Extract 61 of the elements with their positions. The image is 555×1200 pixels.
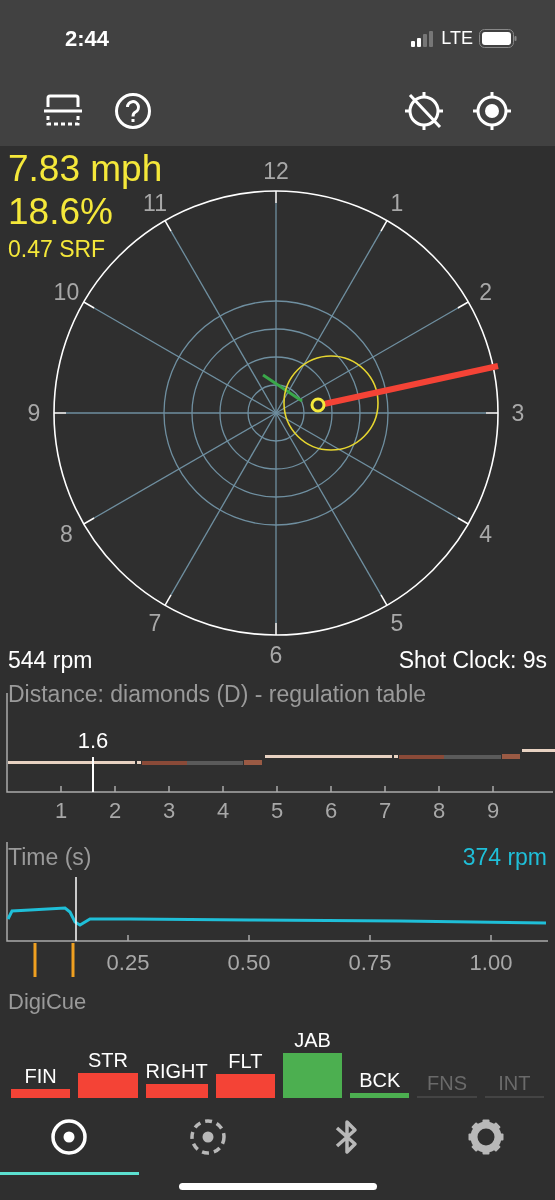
percent-reading: 18.6% [8, 193, 113, 230]
clock-label: 3 [511, 400, 525, 426]
contact-marker-icon [310, 397, 326, 413]
metric-label: FNS [427, 1073, 468, 1093]
speed-reading: 7.83 mph [8, 150, 163, 187]
spin-rate-reading: 374 rpm [462, 843, 547, 872]
clock-label: 2 [479, 279, 492, 305]
metric-label: BCK [359, 1070, 401, 1090]
clock-label: 5 [390, 609, 404, 636]
network-label: LTE [441, 27, 473, 50]
clock-label: 10 [53, 279, 80, 305]
battery-icon [479, 29, 517, 48]
axis-tick-label: 9 [486, 798, 500, 823]
crosshair-off-icon [404, 90, 444, 131]
event-tick [71, 943, 75, 977]
clock-label: 12 [263, 158, 289, 184]
time-marker-line [75, 876, 77, 942]
bluetooth-icon [334, 1118, 359, 1156]
srf-reading: 0.47 SRF [8, 238, 106, 261]
distance-marker-label: 1.6 [77, 728, 109, 753]
clock-label: 11 [143, 190, 167, 217]
distance-marker-line [92, 757, 94, 792]
digicue-title: DigiCue [8, 988, 87, 1016]
axis-tick-label: 0.75 [348, 950, 392, 975]
tip-offset-line [262, 373, 303, 403]
clock-label: 9 [27, 400, 41, 426]
event-tick [33, 943, 37, 977]
clock-label: 4 [479, 521, 492, 547]
axis-tick-label: 3 [162, 798, 176, 823]
axis-tick-label: 4 [216, 798, 230, 823]
metric-label: INT [498, 1073, 531, 1093]
signal-icon [411, 30, 436, 47]
target-icon [50, 1118, 89, 1156]
axis-tick-label: 5 [270, 798, 284, 823]
crosshair-icon [472, 90, 512, 131]
metric-label: FLT [228, 1051, 263, 1071]
axis-tick-label: 7 [378, 798, 392, 823]
metric-label: JAB [294, 1030, 331, 1050]
clock-label: 6 [269, 642, 283, 668]
clock-label: 7 [148, 609, 162, 636]
axis-tick-label: 1 [54, 798, 68, 823]
axis-tick-label: 2 [108, 798, 122, 823]
axis-tick-label: 6 [324, 798, 338, 823]
dashed-target-icon [189, 1118, 228, 1156]
axis-tick-label: 0.25 [106, 950, 150, 975]
axis-tick-label: 0.50 [227, 950, 271, 975]
settings-icon [466, 1118, 505, 1156]
spin-reading: 544 rpm [8, 645, 93, 675]
table-icon [43, 93, 83, 128]
clock-label: 1 [390, 190, 404, 217]
status-time: 2:44 [65, 25, 110, 53]
clock-label: 8 [60, 521, 73, 547]
help-icon [114, 91, 152, 130]
shot-clock-label: Shot Clock: 9s [398, 645, 547, 675]
time-title: Time (s) [8, 843, 92, 872]
axis-tick-label: 8 [432, 798, 446, 823]
metric-label: RIGHT [145, 1061, 208, 1081]
metric-label: FIN [24, 1066, 57, 1086]
metric-label: STR [87, 1050, 128, 1070]
axis-tick-label: 1.00 [469, 950, 513, 975]
distance-title: Distance: diamonds (D) - regulation table [8, 680, 427, 709]
